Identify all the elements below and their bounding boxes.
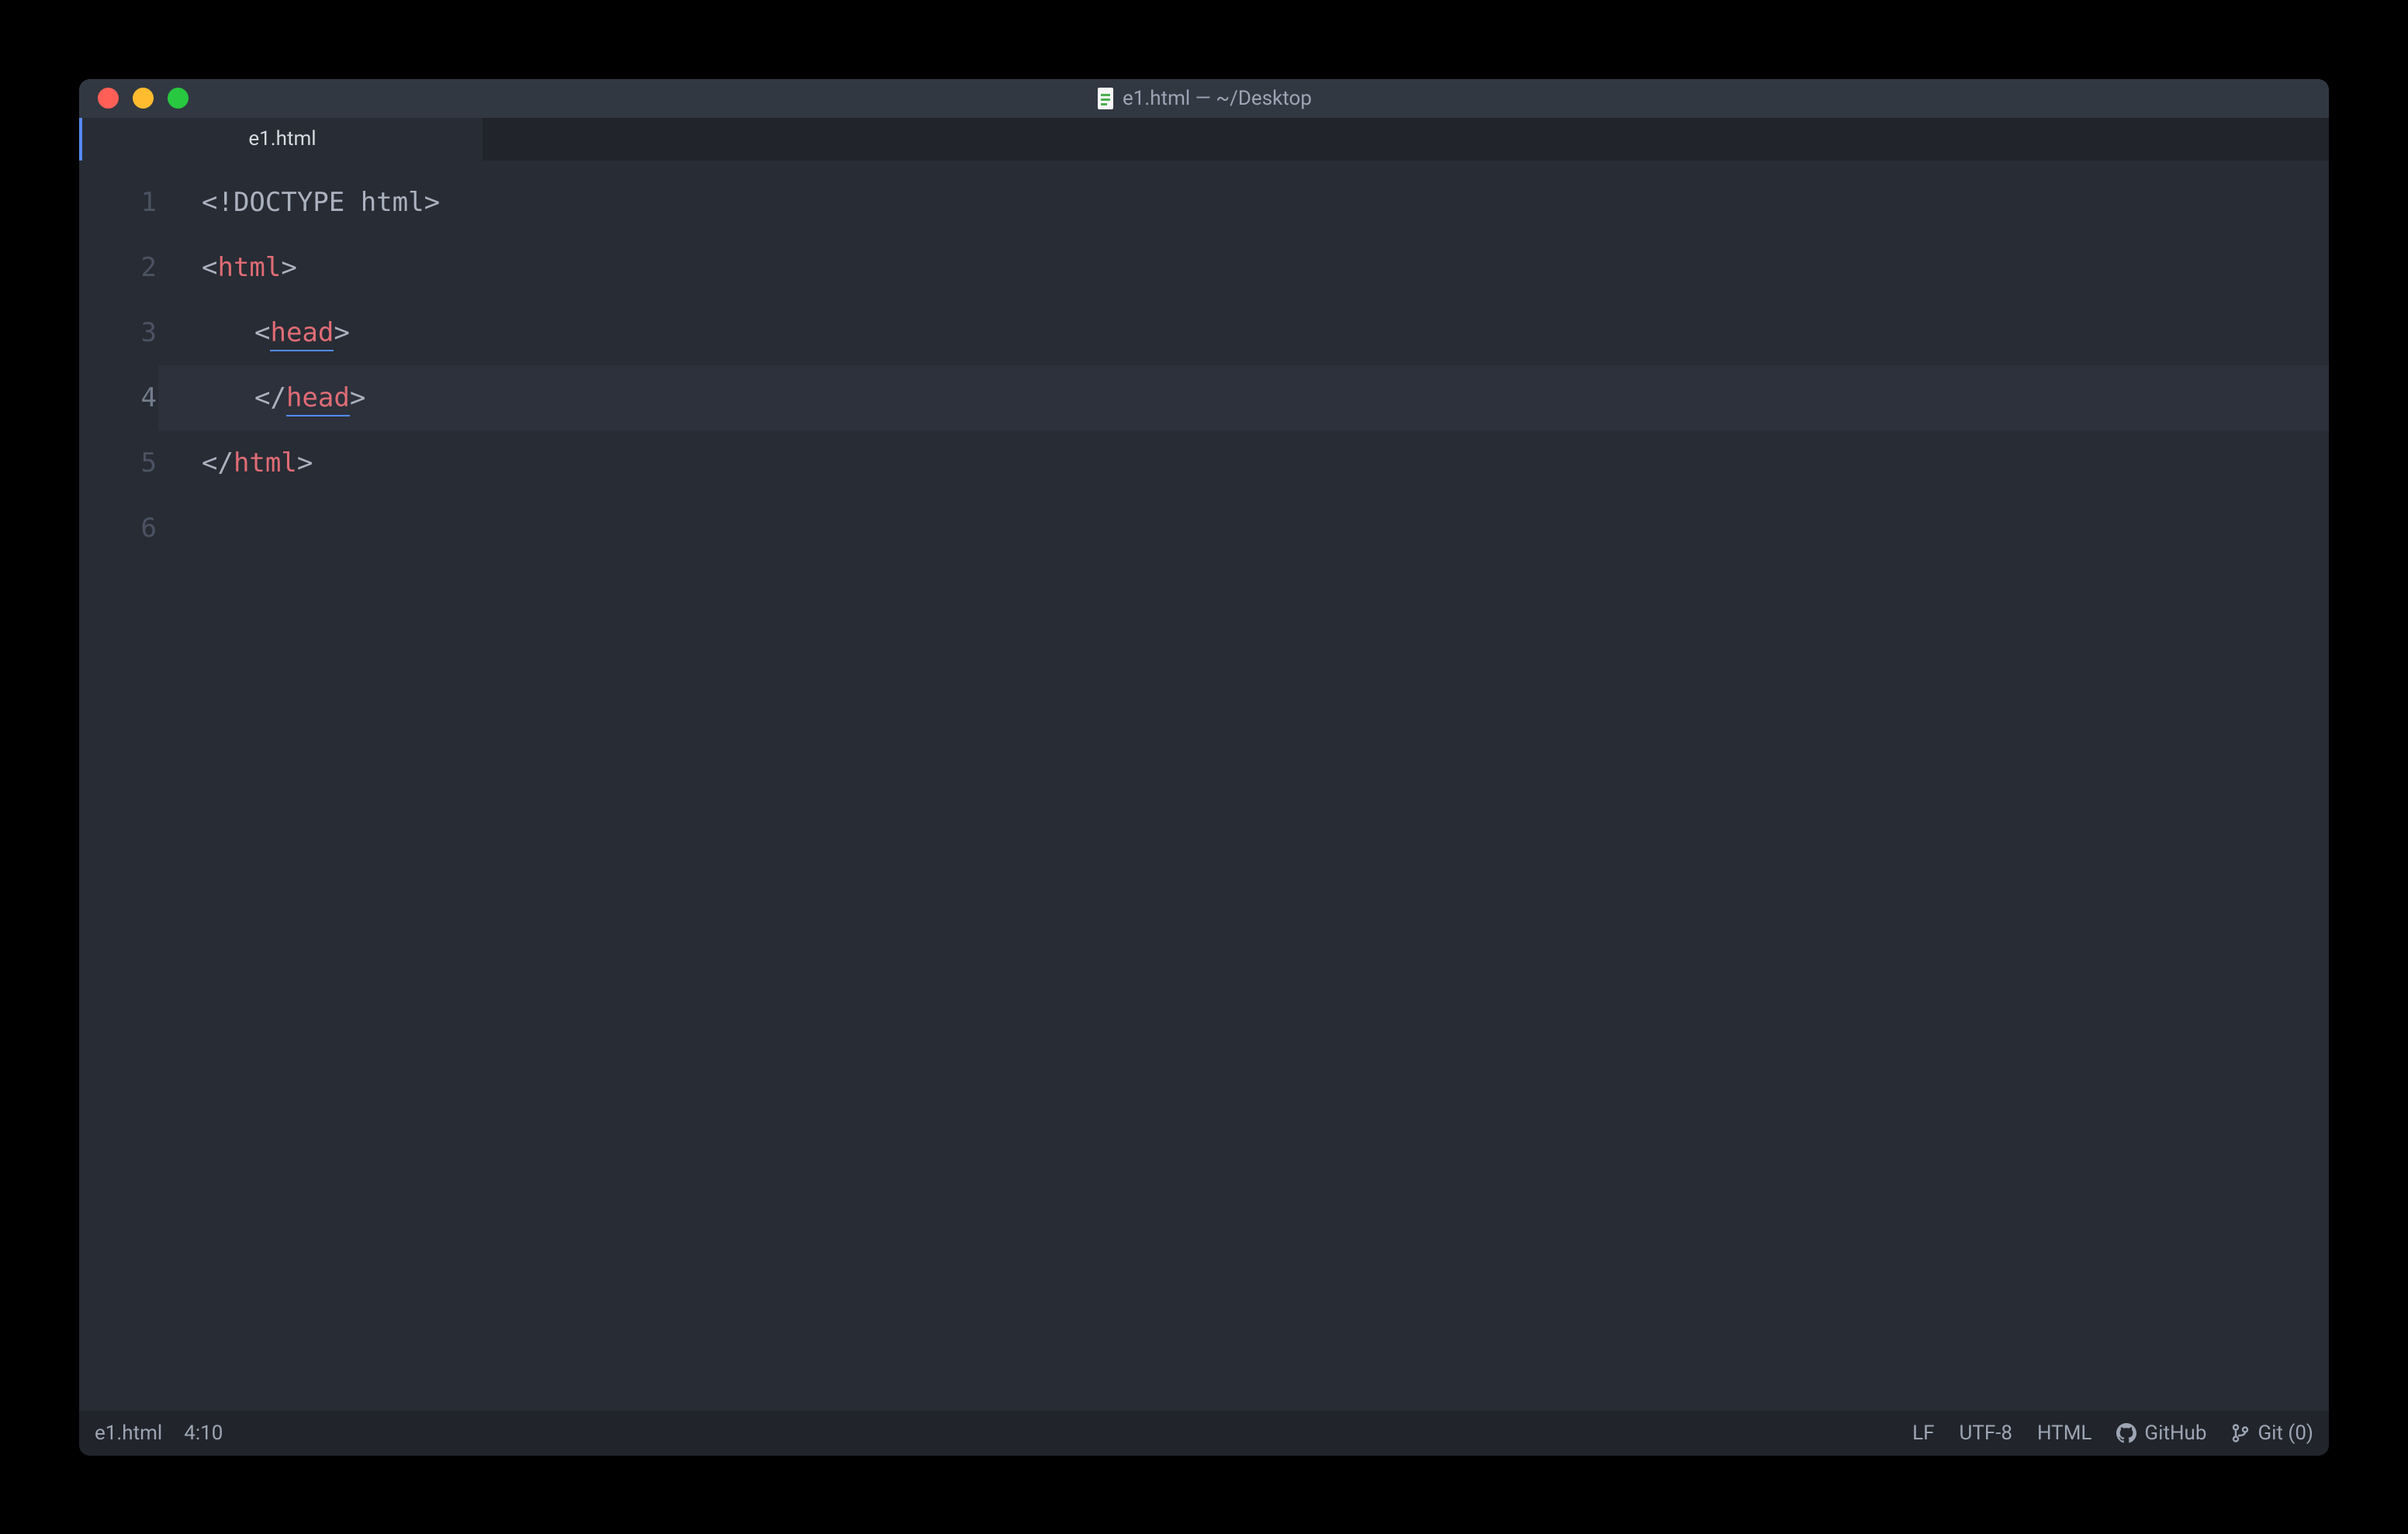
- window-title: e1.html — ~/Desktop: [1096, 87, 1312, 110]
- status-eol[interactable]: LF: [1912, 1422, 1934, 1445]
- editor-area[interactable]: 123456 <!DOCTYPE html><html><head></head…: [79, 161, 2329, 1411]
- status-right: LF UTF-8 HTML GitHub Git (0): [1912, 1422, 2313, 1445]
- status-cursor[interactable]: 4:10: [184, 1422, 223, 1445]
- status-grammar[interactable]: HTML: [2037, 1422, 2091, 1445]
- file-type-icon: [1096, 88, 1115, 109]
- code-line[interactable]: <html>: [180, 235, 2329, 300]
- line-number[interactable]: 2: [79, 235, 157, 300]
- editor-window: e1.html — ~/Desktop e1.html 123456 <!DOC…: [79, 79, 2329, 1456]
- zoom-window-button[interactable]: [168, 88, 189, 109]
- line-number-gutter[interactable]: 123456: [79, 161, 180, 1411]
- traffic-lights: [79, 88, 189, 109]
- code-line[interactable]: </html>: [180, 430, 2329, 496]
- tab-bar[interactable]: e1.html: [79, 118, 2329, 161]
- status-bar[interactable]: e1.html 4:10 LF UTF-8 HTML GitHub: [79, 1411, 2329, 1456]
- github-icon: [2116, 1423, 2136, 1443]
- status-git[interactable]: Git (0): [2231, 1422, 2313, 1445]
- line-number[interactable]: 4: [79, 365, 157, 430]
- status-encoding[interactable]: UTF-8: [1959, 1422, 2012, 1445]
- status-git-label: Git (0): [2258, 1422, 2313, 1445]
- code-region[interactable]: <!DOCTYPE html><html><head></head></html…: [180, 161, 2329, 1411]
- code-line[interactable]: [180, 496, 2329, 561]
- window-title-text: e1.html — ~/Desktop: [1123, 87, 1312, 110]
- tab-active[interactable]: e1.html: [79, 118, 483, 161]
- line-number[interactable]: 6: [79, 496, 157, 561]
- close-window-button[interactable]: [98, 88, 119, 109]
- code-line[interactable]: <head>: [180, 300, 2329, 365]
- line-number[interactable]: 1: [79, 170, 157, 235]
- status-left: e1.html 4:10: [95, 1422, 223, 1445]
- code-line[interactable]: </head>: [158, 365, 2329, 430]
- tab-filename: e1.html: [248, 127, 316, 150]
- status-github[interactable]: GitHub: [2116, 1422, 2206, 1445]
- line-number[interactable]: 5: [79, 430, 157, 496]
- code-line[interactable]: <!DOCTYPE html>: [180, 170, 2329, 235]
- status-github-label: GitHub: [2144, 1422, 2206, 1445]
- line-number[interactable]: 3: [79, 300, 157, 365]
- status-file[interactable]: e1.html: [95, 1422, 162, 1445]
- minimize-window-button[interactable]: [133, 88, 154, 109]
- titlebar[interactable]: e1.html — ~/Desktop: [79, 79, 2329, 118]
- git-branch-icon: [2231, 1424, 2250, 1442]
